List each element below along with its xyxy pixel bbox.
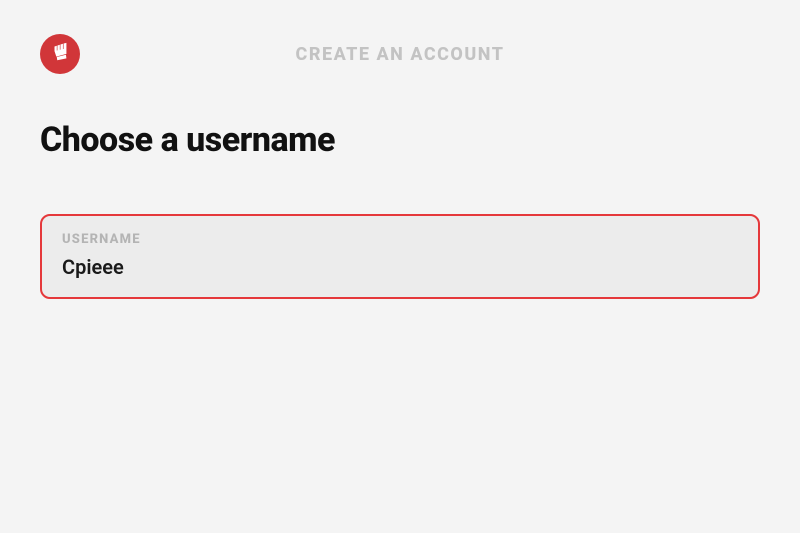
content: Choose a username USERNAME [0,74,800,299]
riot-logo[interactable] [40,34,80,74]
fist-icon [49,41,71,67]
header-title: CREATE AN ACCOUNT [296,44,505,65]
page-title: Choose a username [40,120,760,160]
header: CREATE AN ACCOUNT [0,0,800,74]
username-field-wrapper[interactable]: USERNAME [40,214,760,299]
username-input[interactable] [62,255,738,279]
username-label: USERNAME [62,232,738,247]
